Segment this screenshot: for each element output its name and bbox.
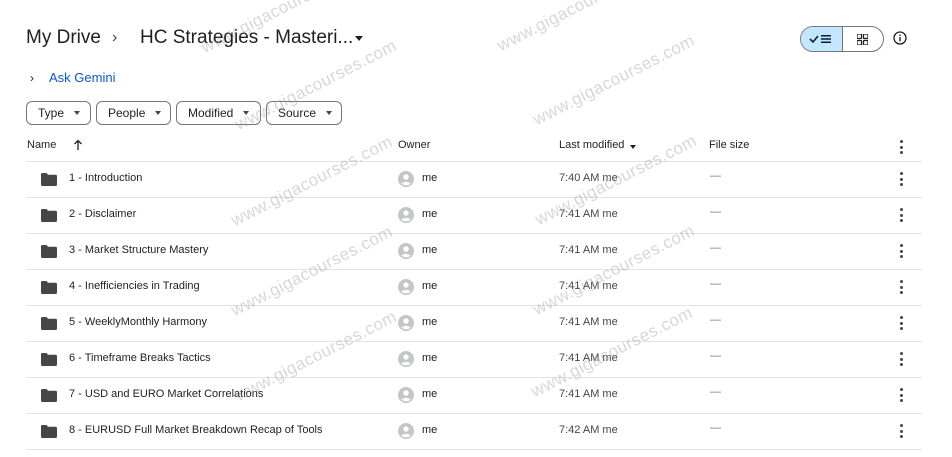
- owner-name: me: [422, 424, 438, 436]
- file-name[interactable]: 5 - WeeklyMonthly Harmony: [69, 316, 207, 328]
- owner-name: me: [422, 172, 438, 184]
- chevron-down-icon: [243, 111, 250, 115]
- table-row[interactable]: 8 - EURUSD Full Market Breakdown Recap o…: [26, 414, 922, 449]
- last-modified: 7:41 AM me: [559, 244, 618, 256]
- owner-name: me: [422, 280, 438, 292]
- more-vert-icon[interactable]: [896, 208, 906, 222]
- owner-name: me: [422, 208, 438, 220]
- file-size: —: [710, 386, 721, 398]
- ask-gemini-button[interactable]: Ask Gemini: [49, 70, 115, 85]
- file-name[interactable]: 3 - Market Structure Mastery: [69, 244, 208, 256]
- file-name[interactable]: 4 - Inefficiencies in Trading: [69, 280, 200, 292]
- file-size: —: [710, 350, 721, 362]
- folder-icon: [41, 245, 57, 258]
- file-size: —: [710, 278, 721, 290]
- grid-icon: [857, 33, 869, 45]
- grid-view-button[interactable]: [843, 27, 884, 51]
- chevron-down-icon: [326, 111, 333, 115]
- list-view-button[interactable]: [801, 27, 843, 51]
- table-row[interactable]: 4 - Inefficiencies in Trading me 7:41 AM m…: [26, 270, 922, 305]
- folder-menu-caret-icon[interactable]: [355, 36, 363, 41]
- person-avatar-icon: [398, 315, 414, 331]
- more-vert-icon[interactable]: [896, 424, 906, 438]
- file-size: —: [710, 170, 721, 182]
- type-filter-label: Type: [38, 106, 65, 120]
- source-filter-chip[interactable]: Source: [266, 101, 342, 125]
- person-avatar-icon: [398, 387, 414, 403]
- row-divider: [26, 449, 922, 450]
- chevron-down-icon: [155, 111, 162, 115]
- file-name[interactable]: 8 - EURUSD Full Market Breakdown Recap o…: [69, 424, 323, 436]
- type-filter-chip[interactable]: Type: [26, 101, 91, 125]
- breadcrumb-my-drive[interactable]: My Drive: [26, 27, 101, 49]
- file-size: —: [710, 422, 721, 434]
- watermark: www.gigacourses.com: [530, 30, 698, 129]
- gemini-chevron-icon[interactable]: ›: [30, 71, 34, 85]
- people-filter-label: People: [108, 106, 146, 120]
- table-row[interactable]: 2 - Disclaimer me 7:41 AM me —: [26, 198, 922, 233]
- person-avatar-icon: [398, 207, 414, 223]
- folder-icon: [41, 389, 57, 402]
- check-list-icon: [809, 35, 832, 44]
- view-toggle: [800, 26, 884, 52]
- info-icon[interactable]: [893, 31, 907, 45]
- more-vert-icon[interactable]: [896, 172, 906, 186]
- table-row[interactable]: 1 - Introduction me 7:40 AM me —: [26, 162, 922, 197]
- breadcrumb-current-folder[interactable]: HC Strategies - Masteri...: [140, 27, 353, 49]
- file-name[interactable]: 7 - USD and EURO Market Correlations: [69, 388, 263, 400]
- person-avatar-icon: [398, 423, 414, 439]
- folder-icon: [41, 173, 57, 186]
- more-vert-icon[interactable]: [896, 244, 906, 258]
- file-name[interactable]: 2 - Disclaimer: [69, 208, 136, 220]
- folder-icon: [41, 281, 57, 294]
- table-row[interactable]: 5 - WeeklyMonthly Harmony me 7:41 AM me —: [26, 306, 922, 341]
- table-row[interactable]: 3 - Market Structure Mastery me 7:41 AM me…: [26, 234, 922, 269]
- person-avatar-icon: [398, 171, 414, 187]
- table-row[interactable]: 6 - Timeframe Breaks Tactics me 7:41 AM me…: [26, 342, 922, 377]
- folder-icon: [41, 425, 57, 438]
- owner-name: me: [422, 316, 438, 328]
- last-modified: 7:40 AM me: [559, 172, 618, 184]
- modified-filter-label: Modified: [188, 106, 234, 120]
- file-name[interactable]: 6 - Timeframe Breaks Tactics: [69, 352, 211, 364]
- folder-icon: [41, 353, 57, 366]
- breadcrumb-separator: ›: [112, 29, 118, 46]
- person-avatar-icon: [398, 243, 414, 259]
- header-more-vert-icon[interactable]: [896, 140, 906, 154]
- column-header-name[interactable]: Name: [27, 139, 56, 151]
- owner-name: me: [422, 388, 438, 400]
- watermark: www.gigacourses.com: [494, 0, 662, 55]
- file-size: —: [710, 314, 721, 326]
- file-name[interactable]: 1 - Introduction: [69, 172, 142, 184]
- owner-name: me: [422, 352, 438, 364]
- last-modified: 7:41 AM me: [559, 388, 618, 400]
- chevron-down-icon: [74, 111, 81, 115]
- person-avatar-icon: [398, 279, 414, 295]
- column-header-owner[interactable]: Owner: [398, 139, 430, 151]
- owner-name: me: [422, 244, 438, 256]
- last-modified: 7:41 AM me: [559, 352, 618, 364]
- column-header-file-size[interactable]: File size: [709, 139, 749, 151]
- source-filter-label: Source: [278, 106, 317, 120]
- last-modified: 7:41 AM me: [559, 280, 618, 292]
- table-row[interactable]: 7 - USD and EURO Market Correlations me 7:…: [26, 378, 922, 413]
- more-vert-icon[interactable]: [896, 280, 906, 294]
- arrow-up-icon[interactable]: [73, 139, 83, 151]
- last-modified: 7:42 AM me: [559, 424, 618, 436]
- people-filter-chip[interactable]: People: [96, 101, 171, 125]
- last-modified: 7:41 AM me: [559, 316, 618, 328]
- modified-filter-chip[interactable]: Modified: [176, 101, 261, 125]
- sort-caret-icon[interactable]: [630, 145, 636, 149]
- file-size: —: [710, 242, 721, 254]
- file-size: —: [710, 206, 721, 218]
- folder-icon: [41, 209, 57, 222]
- person-avatar-icon: [398, 351, 414, 367]
- more-vert-icon[interactable]: [896, 316, 906, 330]
- more-vert-icon[interactable]: [896, 352, 906, 366]
- last-modified: 7:41 AM me: [559, 208, 618, 220]
- column-header-last-modified[interactable]: Last modified: [559, 139, 624, 151]
- more-vert-icon[interactable]: [896, 388, 906, 402]
- folder-icon: [41, 317, 57, 330]
